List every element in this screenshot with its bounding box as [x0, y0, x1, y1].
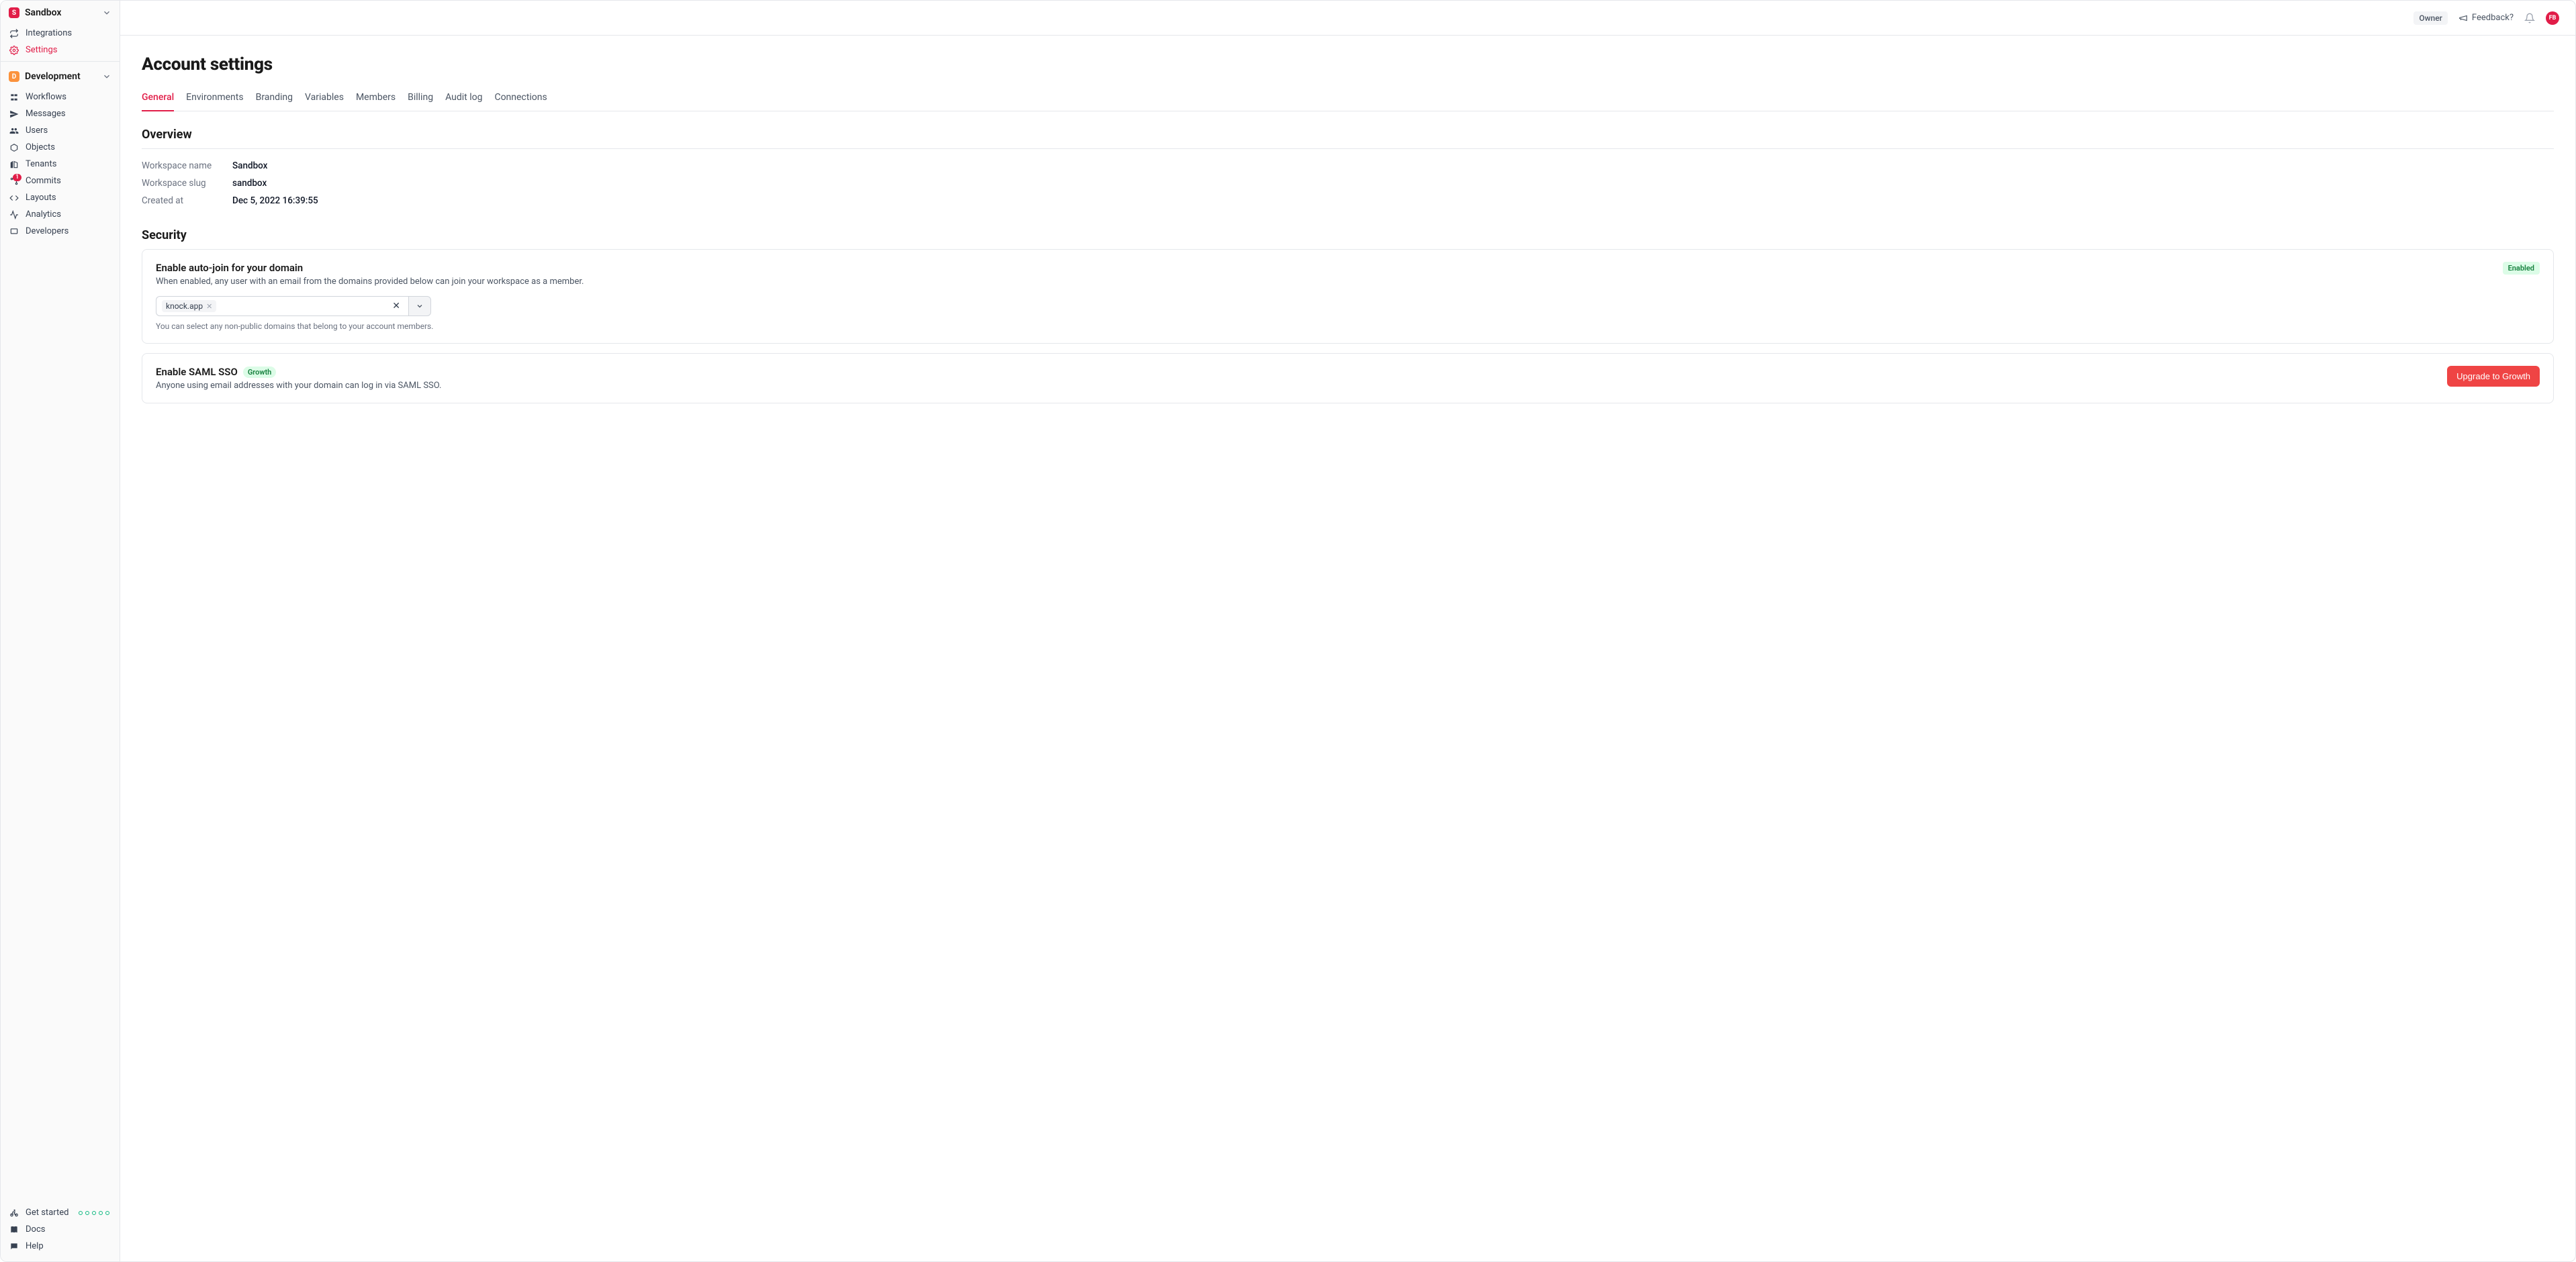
overview-value: Sandbox: [232, 160, 267, 171]
tab-members[interactable]: Members: [356, 87, 396, 111]
overview-heading: Overview: [142, 128, 2554, 142]
sidebar-item-workflows[interactable]: Workflows: [1, 89, 120, 105]
sso-title: Enable SAML SSO: [156, 366, 238, 378]
overview-value: sandbox: [232, 178, 267, 189]
sso-card: Enable SAML SSO Growth Anyone using emai…: [142, 353, 2554, 403]
role-badge: Owner: [2413, 11, 2448, 25]
security-heading: Security: [142, 228, 2554, 242]
megaphone-icon: [2458, 13, 2468, 23]
bike-icon: [9, 1208, 19, 1218]
environment-avatar: D: [9, 71, 19, 82]
clear-input-icon[interactable]: ✕: [389, 301, 403, 311]
sso-plan-badge: Growth: [243, 367, 277, 378]
domain-chip-label: knock.app: [166, 301, 203, 311]
domain-dropdown-toggle[interactable]: [408, 296, 431, 316]
overview-row: Workspace slug sandbox: [142, 175, 2554, 192]
sidebar-item-label: Tenants: [26, 159, 56, 169]
sidebar-item-layouts[interactable]: Layouts: [1, 189, 120, 206]
topbar: Owner Feedback? FB: [120, 1, 2575, 36]
overview-section: Workspace name Sandbox Workspace slug sa…: [142, 148, 2554, 209]
overview-label: Created at: [142, 195, 232, 206]
domain-chip: knock.app ✕: [162, 300, 216, 312]
domain-input[interactable]: knock.app ✕ ✕: [156, 296, 408, 316]
feedback-label: Feedback?: [2472, 13, 2514, 23]
autojoin-desc: When enabled, any user with an email fro…: [156, 277, 584, 287]
sso-desc: Anyone using email addresses with your d…: [156, 381, 442, 391]
sidebar: S Sandbox Integrations Settings D Develo…: [1, 1, 120, 1261]
tenants-icon: [9, 160, 19, 169]
sidebar-item-get-started[interactable]: Get started: [1, 1204, 120, 1221]
commits-badge: 1: [13, 174, 21, 181]
overview-label: Workspace slug: [142, 178, 232, 189]
sidebar-item-label: Analytics: [26, 209, 61, 220]
autojoin-title: Enable auto-join for your domain: [156, 262, 584, 274]
gear-icon: [9, 46, 19, 55]
workspace-switcher[interactable]: S Sandbox: [1, 1, 120, 25]
sidebar-item-users[interactable]: Users: [1, 122, 120, 139]
sidebar-item-label: Docs: [26, 1224, 45, 1234]
sidebar-item-label: Messages: [26, 109, 66, 119]
sidebar-item-label: Workflows: [26, 92, 66, 102]
workspace-avatar: S: [9, 7, 19, 18]
sidebar-item-label: Integrations: [26, 28, 72, 38]
tab-billing[interactable]: Billing: [408, 87, 433, 111]
sidebar-item-label: Help: [26, 1241, 44, 1251]
domain-helper-text: You can select any non-public domains th…: [156, 322, 2540, 331]
workflows-icon: [9, 93, 19, 102]
feedback-link[interactable]: Feedback?: [2458, 13, 2514, 23]
sidebar-item-help[interactable]: Help: [1, 1238, 120, 1255]
sidebar-item-integrations[interactable]: Integrations: [1, 25, 120, 42]
tab-audit-log[interactable]: Audit log: [445, 87, 482, 111]
sidebar-item-tenants[interactable]: Tenants: [1, 156, 120, 173]
sidebar-item-messages[interactable]: Messages: [1, 105, 120, 122]
upgrade-button[interactable]: Upgrade to Growth: [2447, 366, 2540, 387]
sidebar-item-developers[interactable]: Developers: [1, 223, 120, 240]
book-icon: [9, 1225, 19, 1234]
sidebar-item-label: Settings: [26, 45, 57, 55]
layouts-icon: [9, 193, 19, 203]
domain-select: knock.app ✕ ✕: [156, 296, 431, 316]
sidebar-item-settings[interactable]: Settings: [1, 42, 120, 58]
overview-value: Dec 5, 2022 16:39:55: [232, 195, 318, 206]
sidebar-item-label: Layouts: [26, 193, 56, 203]
tab-branding[interactable]: Branding: [256, 87, 293, 111]
users-icon: [9, 126, 19, 136]
progress-dots: [79, 1211, 109, 1215]
overview-row: Workspace name Sandbox: [142, 157, 2554, 175]
tab-environments[interactable]: Environments: [186, 87, 243, 111]
developers-icon: [9, 227, 19, 236]
analytics-icon: [9, 210, 19, 220]
sidebar-item-label: Developers: [26, 226, 68, 236]
overview-row: Created at Dec 5, 2022 16:39:55: [142, 192, 2554, 209]
sidebar-item-commits[interactable]: 1 Commits: [1, 173, 120, 189]
sidebar-item-label: Commits: [26, 176, 61, 186]
user-avatar[interactable]: FB: [2546, 11, 2559, 25]
objects-icon: [9, 143, 19, 152]
tab-general[interactable]: General: [142, 87, 174, 111]
sidebar-item-docs[interactable]: Docs: [1, 1221, 120, 1238]
overview-label: Workspace name: [142, 160, 232, 171]
sidebar-item-label: Objects: [26, 142, 55, 152]
settings-tabs: General Environments Branding Variables …: [142, 87, 2554, 111]
tab-connections[interactable]: Connections: [494, 87, 547, 111]
tab-variables[interactable]: Variables: [305, 87, 344, 111]
divider: [1, 61, 120, 62]
workspace-name: Sandbox: [25, 7, 97, 18]
environment-switcher[interactable]: D Development: [1, 64, 120, 89]
help-icon: [9, 1242, 19, 1251]
bell-icon[interactable]: [2524, 13, 2535, 23]
sidebar-item-label: Get started: [26, 1208, 68, 1218]
sidebar-item-label: Users: [26, 126, 48, 136]
remove-chip-icon[interactable]: ✕: [206, 302, 212, 311]
chevron-down-icon: [102, 72, 111, 81]
autojoin-status-badge: Enabled: [2503, 262, 2540, 275]
sidebar-item-objects[interactable]: Objects: [1, 139, 120, 156]
integrations-icon: [9, 29, 19, 38]
page-title: Account settings: [142, 54, 2554, 75]
chevron-down-icon: [102, 8, 111, 17]
environment-name: Development: [25, 71, 97, 82]
messages-icon: [9, 109, 19, 119]
sidebar-item-analytics[interactable]: Analytics: [1, 206, 120, 223]
autojoin-card: Enable auto-join for your domain When en…: [142, 249, 2554, 344]
